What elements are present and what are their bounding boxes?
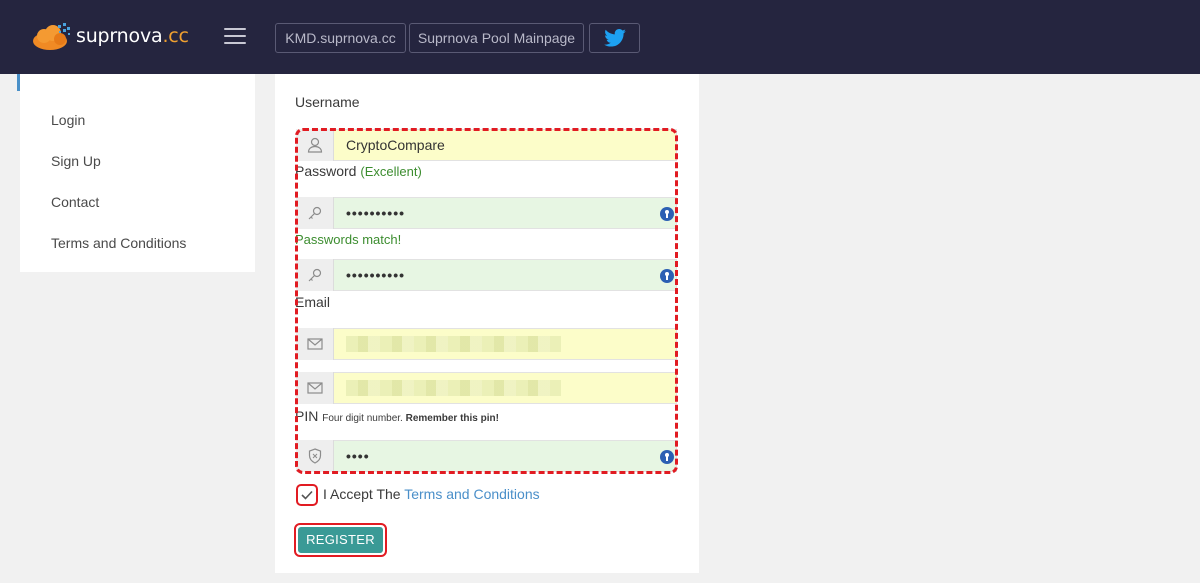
shield-icon xyxy=(296,440,334,472)
envelope-icon xyxy=(296,328,334,360)
redacted-email xyxy=(346,336,561,352)
sidebar-item-login[interactable]: Login xyxy=(51,112,85,128)
confirm-password-input[interactable]: •••••••••• xyxy=(334,259,677,291)
top-navbar: suprnova.cc KMD.suprnova.cc Suprnova Poo… xyxy=(0,0,1200,74)
cloud-logo-icon xyxy=(33,23,70,50)
sidebar-item-signup[interactable]: Sign Up xyxy=(51,153,101,169)
pin-label: PIN Four digit number. Remember this pin… xyxy=(295,408,499,424)
password-group: •••••••••• xyxy=(296,197,677,229)
key-icon xyxy=(296,259,334,291)
confirm-email-group xyxy=(296,372,677,404)
hamburger-icon[interactable] xyxy=(224,28,246,46)
envelope-icon xyxy=(296,372,334,404)
password-strength: (Excellent) xyxy=(360,164,422,179)
password-label: Password (Excellent) xyxy=(295,163,422,179)
password-manager-icon[interactable] xyxy=(660,207,674,221)
redacted-email xyxy=(346,380,561,396)
logo-text: suprnova.cc xyxy=(76,25,189,47)
sidebar-item-contact[interactable]: Contact xyxy=(51,194,99,210)
email-label: Email xyxy=(295,294,331,310)
twitter-button[interactable] xyxy=(589,23,640,53)
registration-form: Username CryptoCompare Password (Excelle… xyxy=(275,74,699,573)
kmd-pool-button[interactable]: KMD.suprnova.cc xyxy=(275,23,406,53)
confirm-email-input[interactable] xyxy=(334,372,677,404)
accept-terms-checkbox[interactable] xyxy=(296,484,318,506)
username-label: Username xyxy=(295,94,360,110)
password-match-message: Passwords match! xyxy=(295,232,402,247)
password-manager-icon[interactable] xyxy=(660,269,674,283)
sidebar: Login Sign Up Contact Terms and Conditio… xyxy=(20,74,255,272)
email-group xyxy=(296,328,677,360)
terms-link[interactable]: Terms and Conditions xyxy=(404,486,539,502)
username-input[interactable]: CryptoCompare xyxy=(334,129,677,161)
password-manager-icon[interactable] xyxy=(660,450,674,464)
password-input[interactable]: •••••••••• xyxy=(334,197,677,229)
register-button-label: REGISTER xyxy=(298,527,383,553)
pin-input[interactable]: •••• xyxy=(334,440,677,472)
twitter-bird-icon xyxy=(603,29,626,47)
register-button[interactable]: REGISTER xyxy=(294,523,387,557)
username-group: CryptoCompare xyxy=(296,129,677,161)
email-input[interactable] xyxy=(334,328,677,360)
confirm-password-group: •••••••••• xyxy=(296,259,677,291)
pin-hint: Four digit number. Remember this pin! xyxy=(322,413,499,424)
accept-terms-text: I Accept The Terms and Conditions xyxy=(323,486,540,502)
sidebar-item-terms[interactable]: Terms and Conditions xyxy=(51,235,186,251)
checkmark-icon xyxy=(301,490,313,500)
pin-group: •••• xyxy=(296,440,677,472)
user-icon xyxy=(296,129,334,161)
site-logo[interactable]: suprnova.cc xyxy=(30,16,190,56)
key-icon xyxy=(296,197,334,229)
pool-mainpage-button[interactable]: Suprnova Pool Mainpage xyxy=(409,23,584,53)
